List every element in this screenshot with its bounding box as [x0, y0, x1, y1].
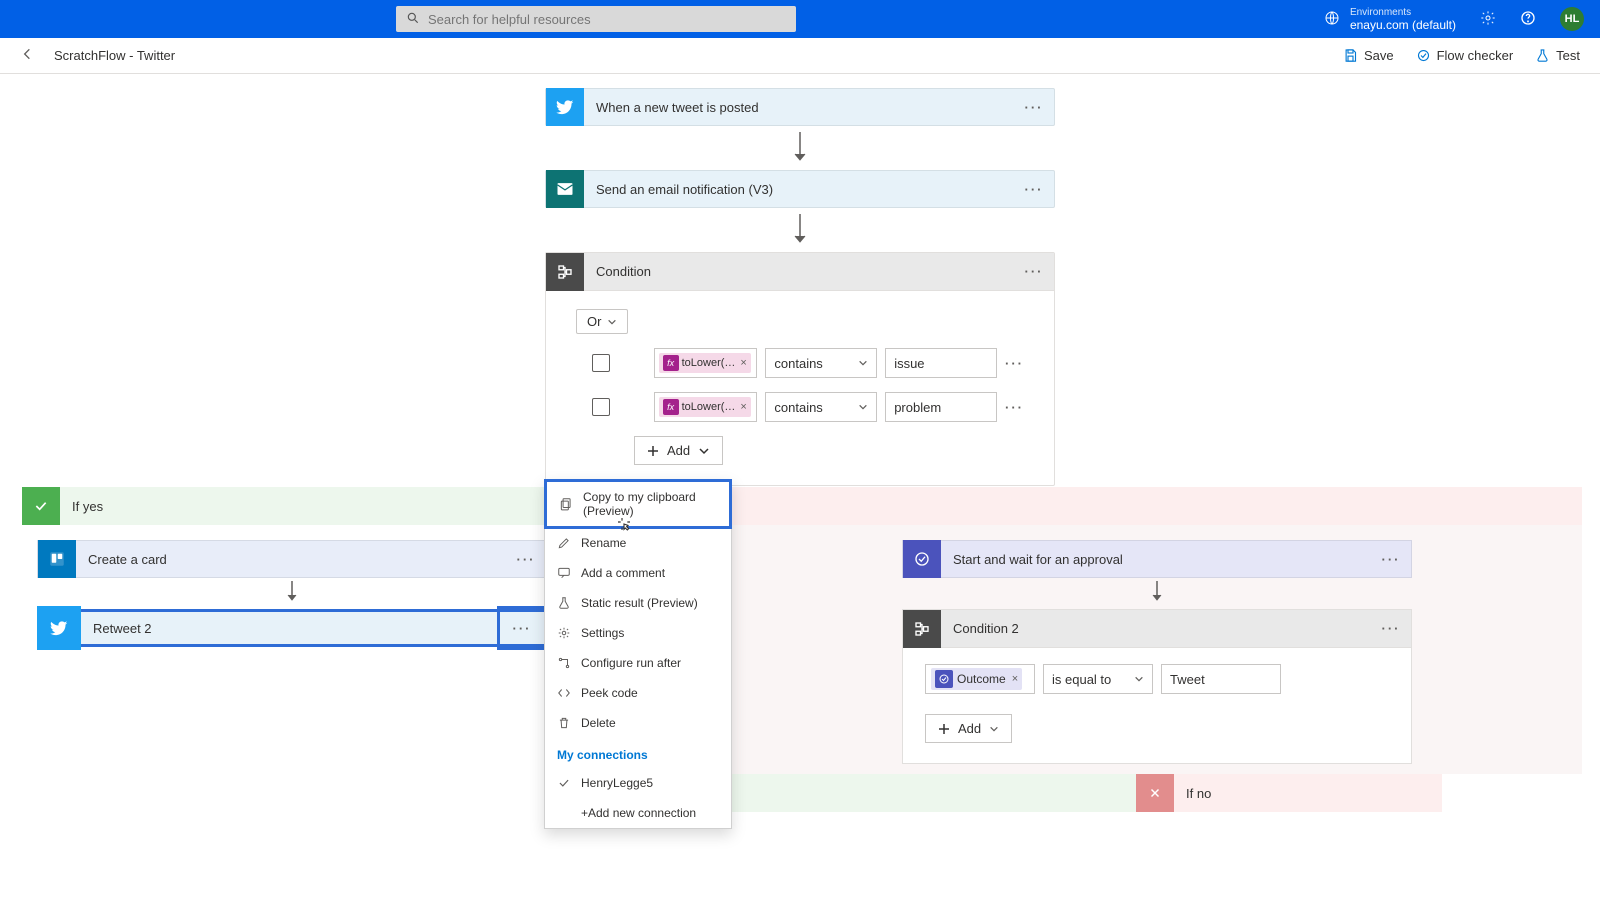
approval-icon — [903, 540, 941, 578]
card-more-button[interactable]: ··· — [1371, 552, 1411, 567]
gear-icon[interactable] — [1480, 10, 1496, 29]
inner-branch-no-header: If no — [1136, 774, 1442, 812]
condition-icon — [903, 610, 941, 648]
save-button[interactable]: Save — [1343, 48, 1394, 63]
condition-icon — [546, 253, 584, 291]
branch-label: If yes — [60, 499, 115, 514]
condition-left-operand[interactable]: Outcome × — [925, 664, 1035, 694]
card-more-button[interactable]: ··· — [1014, 182, 1054, 197]
top-bar: Environments enayu.com (default) HL — [0, 0, 1600, 38]
search-icon — [406, 11, 420, 28]
remove-token-icon[interactable]: × — [1012, 673, 1018, 685]
condition-operator[interactable]: contains — [765, 392, 877, 422]
cursor-icon — [616, 516, 632, 535]
remove-token-icon[interactable]: × — [740, 401, 746, 413]
menu-configure-run-after[interactable]: Configure run after — [545, 648, 731, 678]
trello-icon — [38, 540, 76, 578]
branch-no-body: Start and wait for an approval ··· Condi… — [732, 525, 1582, 774]
branch-yes-body: Create a card ··· Retweet 2 ··· — [22, 525, 562, 677]
environment-name: enayu.com (default) — [1350, 18, 1456, 32]
menu-section-connections: My connections — [545, 738, 731, 768]
branch-yes-header: If yes — [22, 487, 562, 525]
menu-add-comment[interactable]: Add a comment — [545, 558, 731, 588]
back-button[interactable] — [20, 46, 36, 65]
environment-picker[interactable]: Environments enayu.com (default) — [1324, 7, 1456, 32]
menu-connection[interactable]: HenryLegge5 — [545, 768, 731, 798]
action-card-approval[interactable]: Start and wait for an approval ··· — [902, 540, 1412, 578]
flow-checker-button[interactable]: Flow checker — [1416, 48, 1514, 63]
branch-label: If no — [1174, 786, 1223, 801]
connector-arrow — [1151, 578, 1163, 609]
card-label: When a new tweet is posted — [584, 100, 1014, 115]
card-more-button[interactable]: ··· — [1014, 264, 1054, 279]
search-box[interactable] — [396, 6, 796, 32]
row-more-button[interactable]: ··· — [1005, 356, 1024, 371]
connector-arrow — [545, 126, 1055, 170]
card-more-button[interactable]: ··· — [506, 552, 546, 567]
check-icon — [22, 487, 60, 525]
condition-row: fxtoLower(…× contains problem ··· — [576, 392, 1024, 422]
card-label: Condition 2 — [941, 621, 1371, 636]
flow-title: ScratchFlow - Twitter — [54, 48, 175, 63]
condition-group-operator[interactable]: Or — [576, 309, 628, 334]
row-checkbox[interactable] — [592, 354, 610, 372]
menu-static-result[interactable]: Static result (Preview) — [545, 588, 731, 618]
trigger-card-tweet[interactable]: When a new tweet is posted ··· — [545, 88, 1055, 126]
card-label: Send an email notification (V3) — [584, 182, 1014, 197]
menu-peek-code[interactable]: Peek code — [545, 678, 731, 708]
action-card-email[interactable]: Send an email notification (V3) ··· — [545, 170, 1055, 208]
action-card-retweet[interactable]: Retweet 2 ··· — [37, 609, 547, 647]
condition-left-operand[interactable]: fxtoLower(…× — [654, 348, 758, 378]
environment-icon — [1324, 10, 1340, 29]
condition-left-operand[interactable]: fxtoLower(…× — [654, 392, 758, 422]
card-label: Condition — [584, 264, 1014, 279]
menu-add-connection[interactable]: +Add new connection — [545, 798, 731, 828]
approval-token-icon — [935, 670, 953, 688]
card-more-button[interactable]: ··· — [1371, 621, 1411, 636]
card-more-button[interactable]: ··· — [1014, 100, 1054, 115]
twitter-icon — [37, 606, 81, 650]
row-checkbox[interactable] — [592, 398, 610, 416]
test-button[interactable]: Test — [1535, 48, 1580, 63]
context-menu: Copy to my clipboard (Preview) Rename Ad… — [544, 479, 732, 829]
card-label: Start and wait for an approval — [941, 552, 1371, 567]
row-more-button[interactable]: ··· — [1005, 400, 1024, 415]
twitter-icon — [546, 88, 584, 126]
menu-copy-clipboard[interactable]: Copy to my clipboard (Preview) — [544, 479, 732, 529]
environment-label: Environments — [1350, 7, 1456, 18]
command-bar: ScratchFlow - Twitter Save Flow checker … — [0, 38, 1600, 74]
add-condition-button[interactable]: Add — [925, 714, 1012, 743]
action-card-trello[interactable]: Create a card ··· — [37, 540, 547, 578]
connector-arrow — [545, 208, 1055, 252]
menu-rename[interactable]: Rename — [545, 528, 731, 558]
close-icon — [1136, 774, 1174, 812]
card-more-button[interactable]: ··· — [497, 606, 547, 650]
menu-delete[interactable]: Delete — [545, 708, 731, 738]
help-icon[interactable] — [1520, 10, 1536, 29]
card-label: Create a card — [76, 552, 506, 567]
flow-canvas: When a new tweet is posted ··· Send an e… — [0, 74, 1600, 900]
remove-token-icon[interactable]: × — [740, 357, 746, 369]
search-input[interactable] — [428, 12, 786, 27]
avatar[interactable]: HL — [1560, 7, 1584, 31]
condition-row: fxtoLower(…× contains issue ··· — [576, 348, 1024, 378]
condition-operator[interactable]: is equal to — [1043, 664, 1153, 694]
inner-branch-yes-header — [732, 774, 1136, 812]
menu-settings[interactable]: Settings — [545, 618, 731, 648]
connector-arrow — [286, 578, 298, 609]
condition2-card[interactable]: Condition 2 ··· Outcome × is equal to — [902, 609, 1412, 764]
add-condition-button[interactable]: Add — [634, 436, 723, 465]
condition-value[interactable]: issue — [885, 348, 997, 378]
card-label: Retweet 2 — [81, 621, 497, 636]
condition-operator[interactable]: contains — [765, 348, 877, 378]
condition-card[interactable]: Condition ··· Or fxtoLower(…× contains — [545, 252, 1055, 486]
condition-value[interactable]: problem — [885, 392, 997, 422]
mail-icon — [546, 170, 584, 208]
condition-value[interactable]: Tweet — [1161, 664, 1281, 694]
